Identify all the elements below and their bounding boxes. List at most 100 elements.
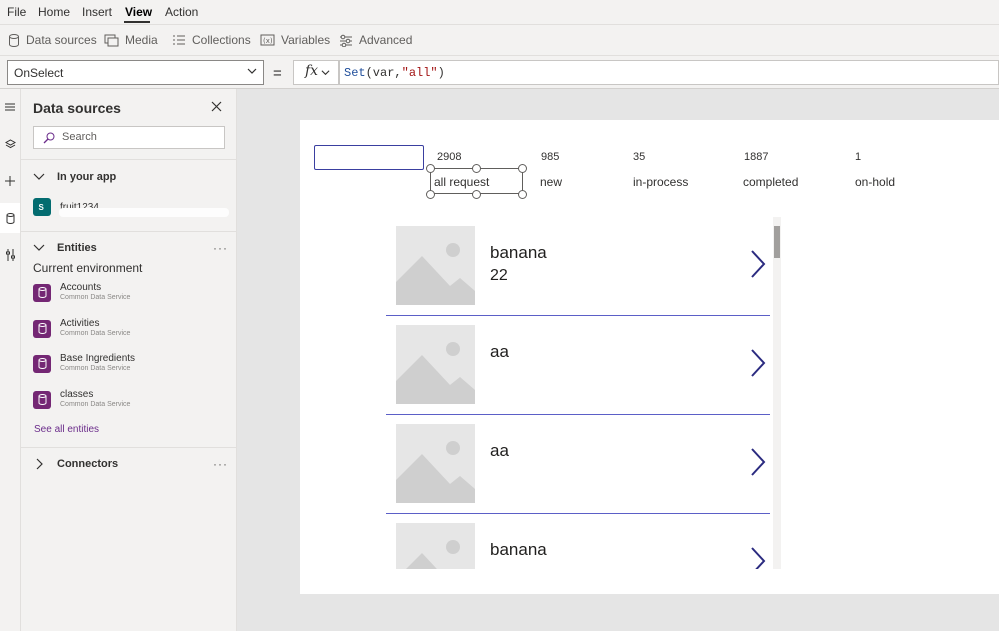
section-label: In your app <box>57 171 117 183</box>
svg-text:S: S <box>39 203 45 212</box>
image-placeholder-icon <box>396 226 475 305</box>
scrollbar-thumb[interactable] <box>774 226 780 258</box>
property-dropdown[interactable]: OnSelect <box>7 60 264 85</box>
connectors-section[interactable]: Connectors <box>33 458 118 470</box>
formula-string: "all" <box>401 66 438 80</box>
tools-icon <box>5 249 15 261</box>
text-input-control[interactable] <box>314 145 424 170</box>
advanced-tools-button[interactable] <box>0 240 20 270</box>
more-options-icon[interactable]: ··· <box>213 457 228 471</box>
formula-args: (var, <box>365 66 402 80</box>
gallery-item[interactable]: aa <box>386 316 770 415</box>
active-menu-indicator <box>124 21 150 23</box>
stat-button-on-hold[interactable]: on-hold <box>855 175 895 189</box>
formula-input[interactable]: Set(var,"all") <box>339 60 999 85</box>
variables-icon: (x) <box>260 34 275 46</box>
fx-label: fx <box>305 63 319 79</box>
media-label: Media <box>125 33 158 47</box>
advanced-button[interactable]: Advanced <box>339 33 412 47</box>
chevron-down-icon <box>33 244 45 251</box>
menu-bar: File Home Insert View Action <box>0 0 999 24</box>
resize-handle[interactable] <box>518 164 527 173</box>
entity-activities[interactable]: Activities Common Data Service <box>33 318 130 339</box>
entity-source: Common Data Service <box>60 401 131 408</box>
property-value: OnSelect <box>14 66 64 80</box>
stat-button-completed[interactable]: completed <box>743 175 798 189</box>
menu-action[interactable]: Action <box>165 5 198 19</box>
see-all-entities-link[interactable]: See all entities <box>34 424 99 435</box>
resize-handle[interactable] <box>472 190 481 199</box>
media-button[interactable]: Media <box>104 33 158 47</box>
entity-source: Common Data Service <box>60 294 131 301</box>
entities-section[interactable]: Entities <box>33 242 97 254</box>
formula-function: Set <box>344 66 366 80</box>
plus-icon <box>5 176 15 186</box>
item-subtitle: 22 <box>490 267 508 284</box>
chevron-right-icon[interactable] <box>750 547 766 569</box>
gallery: banana 22 aa aa banana <box>386 217 780 569</box>
entity-database-icon <box>33 319 51 338</box>
stat-count-new: 985 <box>541 151 560 163</box>
entity-accounts[interactable]: Accounts Common Data Service <box>33 282 130 303</box>
sharepoint-icon: S <box>33 198 51 216</box>
image-placeholder-icon <box>396 424 475 503</box>
item-title: aa <box>490 342 509 361</box>
variables-label: Variables <box>281 33 331 47</box>
divider <box>21 447 237 448</box>
chevron-right-icon[interactable] <box>750 448 766 476</box>
variables-button[interactable]: (x) Variables <box>260 33 330 47</box>
current-environment-label: Current environment <box>33 261 143 275</box>
collections-button[interactable]: Collections <box>172 33 251 47</box>
data-sources-button[interactable]: Data sources <box>8 33 97 47</box>
close-icon[interactable] <box>211 101 222 112</box>
data-sources-label: Data sources <box>26 33 97 47</box>
left-rail <box>0 89 21 631</box>
chevron-right-icon[interactable] <box>750 250 766 278</box>
search-input[interactable]: Search <box>33 126 225 149</box>
chevron-down-icon <box>247 68 257 74</box>
entity-database-icon <box>33 283 51 302</box>
resize-handle[interactable] <box>426 190 435 199</box>
menu-view[interactable]: View <box>125 5 152 19</box>
insert-button[interactable] <box>0 166 20 196</box>
entity-source: Common Data Service <box>60 365 131 372</box>
gallery-item[interactable]: banana <box>386 514 770 569</box>
section-label: Entities <box>57 242 97 254</box>
chevron-down-icon <box>33 173 45 180</box>
image-placeholder-icon <box>396 325 475 404</box>
formula-close: ) <box>437 66 445 80</box>
menu-home[interactable]: Home <box>38 5 70 19</box>
advanced-label: Advanced <box>359 33 413 47</box>
gallery-scrollbar[interactable] <box>773 217 781 569</box>
chevron-right-icon[interactable] <box>750 349 766 377</box>
stat-button-in-process[interactable]: in-process <box>633 175 688 189</box>
function-button[interactable]: fx <box>293 60 339 85</box>
gallery-item[interactable]: aa <box>386 415 770 514</box>
item-title: banana <box>490 243 547 262</box>
item-title: aa <box>490 441 509 460</box>
stat-count-on-hold: 1 <box>855 151 862 163</box>
menu-insert[interactable]: Insert <box>82 5 112 19</box>
layers-button[interactable] <box>0 129 20 159</box>
data-sources-panel: Data sources Search In your app S fruit1… <box>21 89 237 631</box>
resize-handle[interactable] <box>426 164 435 173</box>
more-options-icon[interactable]: ··· <box>213 241 228 255</box>
data-button[interactable] <box>0 203 20 233</box>
view-toolbar: Data sources Media Collections (x) Varia… <box>0 24 999 56</box>
entity-classes[interactable]: classes Common Data Service <box>33 389 130 410</box>
entity-base-ingredients[interactable]: Base Ingredients Common Data Service <box>33 353 135 374</box>
entity-name: classes <box>60 389 94 400</box>
stat-button-new[interactable]: new <box>540 175 562 189</box>
gallery-item[interactable]: banana 22 <box>386 217 770 316</box>
resize-handle[interactable] <box>472 164 481 173</box>
in-your-app-section[interactable]: In your app <box>33 171 116 183</box>
divider <box>21 159 237 160</box>
tree-view-button[interactable] <box>0 92 20 122</box>
menu-file[interactable]: File <box>7 5 26 19</box>
resize-handle[interactable] <box>518 190 527 199</box>
chevron-down-icon <box>321 70 330 76</box>
entity-name: Base Ingredients <box>60 353 136 364</box>
advanced-settings-icon <box>340 34 352 47</box>
entity-name: Activities <box>60 318 100 329</box>
search-icon <box>43 132 55 144</box>
